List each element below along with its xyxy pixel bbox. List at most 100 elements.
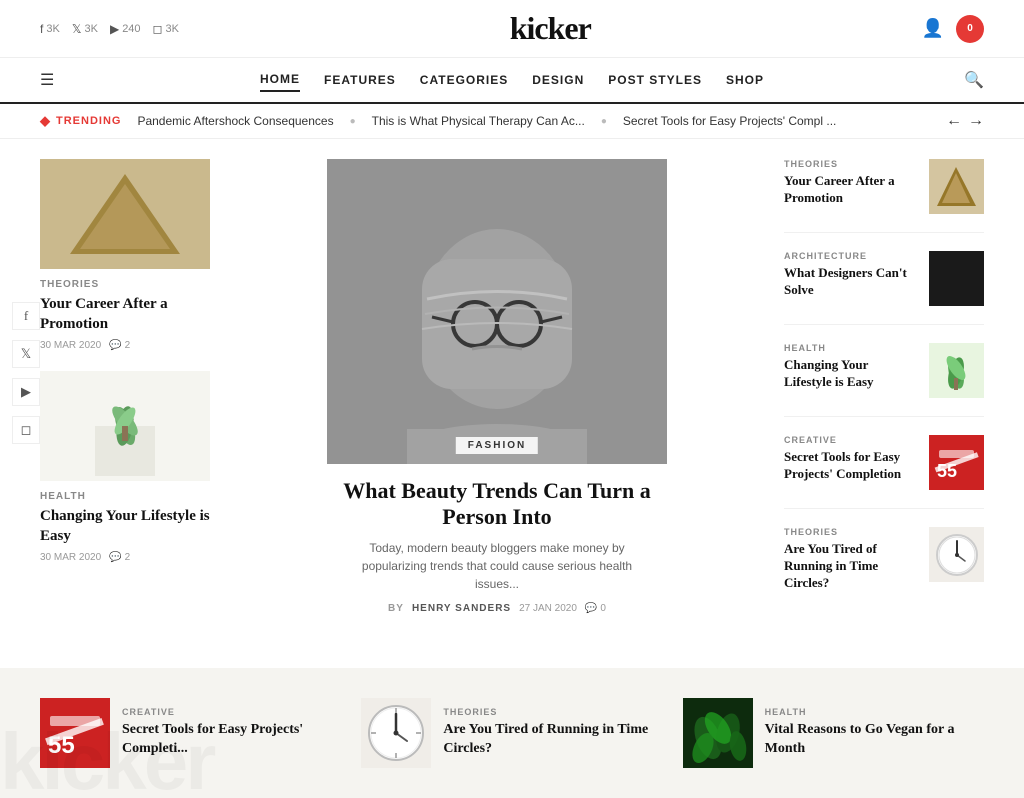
left-article-1: THEORIES Your Career After a Promotion 3… — [40, 159, 210, 351]
right-article-5-category: THEORIES — [784, 527, 919, 537]
trending-next[interactable]: → — [968, 112, 984, 130]
bottom-card-2: THEORIES Are You Tired of Running in Tim… — [361, 698, 662, 768]
nav-features[interactable]: FEATURES — [324, 69, 396, 91]
main-article-meta: BY HENRY SANDERS 27 JAN 2020 💬 0 — [388, 603, 606, 614]
main-article-title[interactable]: What Beauty Trends Can Turn a Person Int… — [337, 478, 657, 531]
bottom-section: kicker 55 CREATIVE Secret Tools for Easy… — [0, 668, 1024, 798]
article-2-comments: 💬 2 — [109, 552, 130, 563]
right-article-1: THEORIES Your Career After a Promotion — [784, 159, 984, 233]
sidebar-instagram[interactable]: ◻ — [12, 416, 40, 444]
right-article-2-title[interactable]: What Designers Can't Solve — [784, 265, 919, 299]
left-column: THEORIES Your Career After a Promotion 3… — [40, 159, 210, 628]
author-label: BY — [388, 603, 404, 614]
trending-arrows: ← → — [946, 112, 984, 130]
twitter-icon: 𝕏 — [21, 346, 31, 362]
youtube-icon: ▶ — [21, 384, 31, 400]
facebook-icon: f — [24, 308, 28, 324]
article-1-title[interactable]: Your Career After a Promotion — [40, 295, 210, 334]
article-1-thumb[interactable] — [40, 159, 210, 269]
cart-button[interactable]: 0 — [956, 15, 984, 43]
twitter-icon: 𝕏 — [72, 22, 82, 36]
article-1-category: THEORIES — [40, 279, 210, 290]
bottom-card-3: HEALTH Vital Reasons to Go Vegan for a M… — [683, 698, 984, 768]
right-article-1-thumb[interactable] — [929, 159, 984, 214]
svg-text:55: 55 — [937, 461, 957, 481]
main-content: THEORIES Your Career After a Promotion 3… — [0, 139, 1024, 648]
bottom-card-3-category: HEALTH — [765, 707, 984, 717]
right-article-2: ARCHITECTURE What Designers Can't Solve — [784, 251, 984, 325]
instagram-link[interactable]: ◻ 3K — [153, 22, 179, 36]
right-article-1-category: THEORIES — [784, 159, 919, 169]
comment-icon: 💬 — [109, 340, 121, 351]
sidebar-youtube[interactable]: ▶ — [12, 378, 40, 406]
nav-home[interactable]: HOME — [260, 68, 300, 92]
top-right-actions: 👤 0 — [922, 15, 984, 43]
article-2-thumb[interactable] — [40, 371, 210, 481]
right-article-4-content: CREATIVE Secret Tools for Easy Projects'… — [784, 435, 919, 483]
right-article-5-content: THEORIES Are You Tired of Running in Tim… — [784, 527, 919, 592]
bottom-card-3-thumb[interactable] — [683, 698, 753, 768]
site-logo[interactable]: kicker — [510, 10, 591, 47]
main-nav: ☰ HOME FEATURES CATEGORIES DESIGN POST S… — [0, 58, 1024, 104]
facebook-icon: f — [40, 22, 43, 36]
trending-bar: ◆ TRENDING Pandemic Aftershock Consequen… — [0, 104, 1024, 139]
right-article-4-title[interactable]: Secret Tools for Easy Projects' Completi… — [784, 449, 919, 483]
right-article-5-thumb[interactable] — [929, 527, 984, 582]
hamburger-menu[interactable]: ☰ — [40, 70, 54, 90]
article-1-date: 30 MAR 2020 — [40, 340, 101, 351]
instagram-icon: ◻ — [153, 22, 163, 36]
bottom-card-2-title[interactable]: Are You Tired of Running in Time Circles… — [443, 721, 662, 757]
trending-item-3[interactable]: Secret Tools for Easy Projects' Compl ..… — [623, 114, 836, 128]
trending-item-1[interactable]: Pandemic Aftershock Consequences — [137, 114, 333, 128]
user-icon[interactable]: 👤 — [922, 18, 944, 39]
comment-icon-2: 💬 — [109, 552, 121, 563]
search-icon[interactable]: 🔍 — [964, 70, 984, 90]
trending-prev[interactable]: ← — [946, 112, 962, 130]
cart-count: 0 — [967, 23, 973, 34]
trending-dot-1: ● — [350, 116, 356, 127]
article-2-date: 30 MAR 2020 — [40, 552, 101, 563]
main-article-image[interactable]: FASHION — [327, 159, 667, 464]
center-column: FASHION What Beauty Trends Can Turn a Pe… — [230, 159, 764, 628]
youtube-link[interactable]: ▶ 240 — [110, 22, 141, 36]
article-2-title[interactable]: Changing Your Lifestyle is Easy — [40, 507, 210, 546]
trending-dot-2: ● — [601, 116, 607, 127]
bottom-card-2-thumb[interactable] — [361, 698, 431, 768]
nav-design[interactable]: DESIGN — [532, 69, 584, 91]
sidebar-twitter[interactable]: 𝕏 — [12, 340, 40, 368]
fashion-badge: FASHION — [456, 437, 538, 454]
bottom-card-2-category: THEORIES — [443, 707, 662, 717]
instagram-icon: ◻ — [21, 422, 32, 438]
right-article-2-category: ARCHITECTURE — [784, 251, 919, 261]
nav-categories[interactable]: CATEGORIES — [420, 69, 508, 91]
trending-items: Pandemic Aftershock Consequences ● This … — [137, 114, 930, 128]
main-article-excerpt: Today, modern beauty bloggers make money… — [347, 539, 647, 593]
nav-post-styles[interactable]: POST STYLES — [608, 69, 702, 91]
author-name[interactable]: HENRY SANDERS — [412, 603, 511, 614]
nav-shop[interactable]: SHOP — [726, 69, 764, 91]
article-1-comments: 💬 2 — [109, 340, 130, 351]
bottom-card-3-title[interactable]: Vital Reasons to Go Vegan for a Month — [765, 721, 984, 757]
facebook-count: 3K — [46, 23, 59, 35]
right-article-3: HEALTH Changing Your Lifestyle is Easy — [784, 343, 984, 417]
facebook-link[interactable]: f 3K — [40, 22, 60, 36]
right-article-1-title[interactable]: Your Career After a Promotion — [784, 173, 919, 207]
trending-label: ◆ TRENDING — [40, 113, 121, 129]
twitter-link[interactable]: 𝕏 3K — [72, 22, 98, 36]
instagram-count: 3K — [166, 23, 179, 35]
right-article-3-thumb[interactable] — [929, 343, 984, 398]
right-article-2-thumb[interactable] — [929, 251, 984, 306]
right-article-5: THEORIES Are You Tired of Running in Tim… — [784, 527, 984, 610]
right-article-5-title[interactable]: Are You Tired of Running in Time Circles… — [784, 541, 919, 592]
youtube-icon: ▶ — [110, 22, 119, 36]
top-bar: f 3K 𝕏 3K ▶ 240 ◻ 3K kicker 👤 0 — [0, 0, 1024, 58]
right-article-3-title[interactable]: Changing Your Lifestyle is Easy — [784, 357, 919, 391]
right-article-4-thumb[interactable]: 55 — [929, 435, 984, 490]
right-article-1-content: THEORIES Your Career After a Promotion — [784, 159, 919, 207]
sidebar-facebook[interactable]: f — [12, 302, 40, 330]
bottom-card-3-content: HEALTH Vital Reasons to Go Vegan for a M… — [765, 707, 984, 757]
article-2-category: HEALTH — [40, 491, 210, 502]
trending-item-2[interactable]: This is What Physical Therapy Can Ac... — [372, 114, 585, 128]
comment-count: 💬 0 — [585, 603, 606, 614]
flame-icon: ◆ — [40, 113, 51, 129]
